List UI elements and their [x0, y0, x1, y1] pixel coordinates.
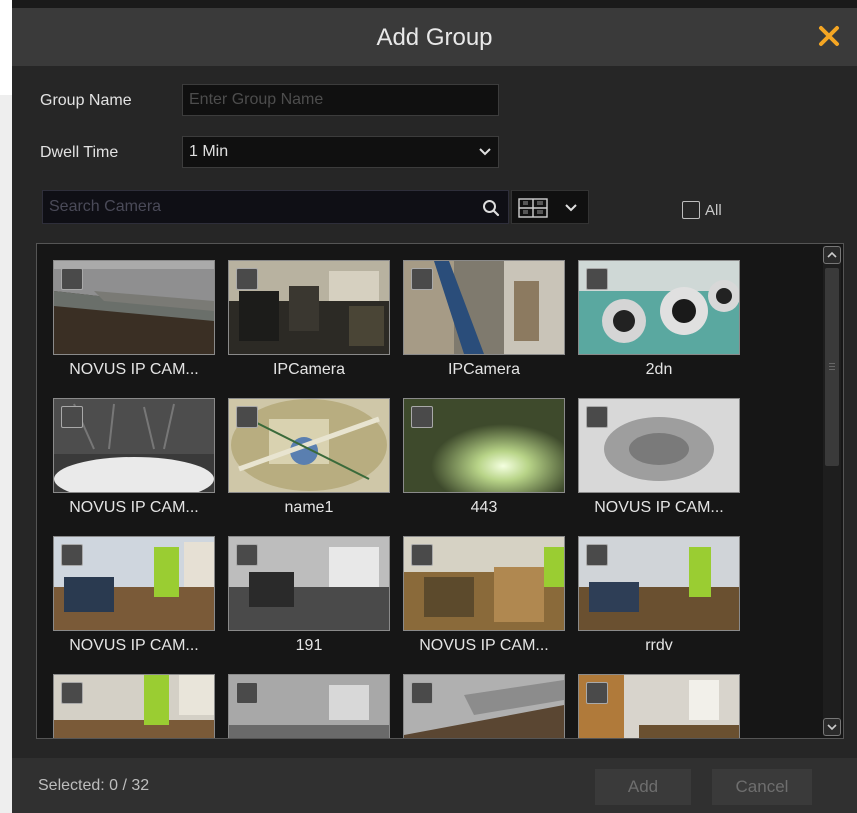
camera-thumbnail[interactable]: [403, 398, 565, 493]
camera-checkbox[interactable]: [586, 682, 608, 704]
background-panel: [0, 95, 12, 813]
camera-tile[interactable]: 191: [228, 536, 390, 655]
cancel-button[interactable]: Cancel: [712, 769, 812, 805]
camera-thumbnail[interactable]: [53, 398, 215, 493]
camera-name: name1: [284, 499, 334, 516]
camera-checkbox[interactable]: [586, 544, 608, 566]
camera-checkbox[interactable]: [411, 268, 433, 290]
camera-checkbox[interactable]: [61, 544, 83, 566]
camera-tile[interactable]: NOVUS IP CAM...: [53, 398, 215, 517]
selected-count: Selected: 0 / 32: [38, 777, 150, 794]
add-button[interactable]: Add: [595, 769, 691, 805]
dwell-time-select[interactable]: 1 Min: [182, 136, 499, 168]
camera-name: IPCamera: [447, 361, 521, 378]
camera-name: rrdv: [645, 637, 673, 654]
camera-checkbox[interactable]: [236, 682, 258, 704]
camera-name: 191: [295, 637, 323, 654]
camera-thumbnail[interactable]: [403, 260, 565, 355]
camera-name: IPCamera: [272, 361, 346, 378]
select-all-box[interactable]: [682, 201, 700, 219]
camera-tile[interactable]: NOVUS IP CAM...: [53, 260, 215, 379]
camera-checkbox[interactable]: [236, 544, 258, 566]
chevron-down-icon: [479, 148, 491, 156]
camera-checkbox[interactable]: [411, 682, 433, 704]
camera-thumbnail[interactable]: [53, 674, 215, 738]
camera-thumbnail[interactable]: [228, 398, 390, 493]
chevron-down-icon: [565, 204, 577, 212]
scrollbar-grip: [829, 363, 835, 364]
camera-tile[interactable]: NOVUS IP CAM...: [53, 536, 215, 655]
search-camera-field: [42, 190, 509, 224]
dialog-titlebar: Add Group: [12, 8, 857, 66]
group-name-input[interactable]: [182, 84, 499, 116]
camera-thumbnail[interactable]: [403, 674, 565, 738]
camera-tile[interactable]: 2dn: [578, 260, 740, 379]
camera-thumbnail[interactable]: [228, 260, 390, 355]
camera-name: 443: [470, 499, 498, 516]
scrollbar-grip: [829, 369, 835, 370]
camera-name: NOVUS IP CAM...: [594, 499, 724, 516]
camera-name: NOVUS IP CAM...: [69, 499, 199, 516]
camera-tile[interactable]: [53, 674, 215, 738]
camera-checkbox[interactable]: [61, 682, 83, 704]
camera-tile[interactable]: [578, 674, 740, 738]
camera-checkbox[interactable]: [586, 406, 608, 428]
camera-name: NOVUS IP CAM...: [69, 361, 199, 378]
add-group-dialog: Add Group Group Name Dwell Time 1 Min Al: [12, 8, 857, 813]
search-icon[interactable]: [482, 199, 500, 217]
camera-thumbnail[interactable]: [578, 398, 740, 493]
camera-checkbox[interactable]: [411, 406, 433, 428]
camera-checkbox[interactable]: [586, 268, 608, 290]
grid-layout-icon: [518, 198, 548, 218]
camera-name: NOVUS IP CAM...: [419, 637, 549, 654]
scroll-down-button[interactable]: [823, 718, 841, 736]
camera-tile[interactable]: [228, 674, 390, 738]
dwell-time-value: 1 Min: [189, 143, 229, 160]
camera-grid: NOVUS IP CAM... IPCamera IPCamera 2dn NO…: [36, 243, 844, 739]
chevron-up-icon: [827, 251, 837, 258]
camera-thumbnail[interactable]: [53, 536, 215, 631]
chevron-down-icon: [827, 724, 837, 731]
camera-tile[interactable]: NOVUS IP CAM...: [578, 398, 740, 517]
group-name-label: Group Name: [40, 92, 132, 109]
camera-checkbox[interactable]: [61, 406, 83, 428]
dialog-footer: Selected: 0 / 32 Add Cancel: [12, 758, 857, 813]
camera-thumbnail[interactable]: [578, 536, 740, 631]
select-all-checkbox[interactable]: All: [682, 201, 722, 219]
camera-thumbnail[interactable]: [228, 536, 390, 631]
scrollbar-thumb[interactable]: [825, 268, 839, 466]
camera-checkbox[interactable]: [411, 544, 433, 566]
scroll-up-button[interactable]: [823, 246, 841, 264]
camera-thumbnail[interactable]: [578, 674, 740, 738]
camera-tile[interactable]: NOVUS IP CAM...: [403, 536, 565, 655]
camera-checkbox[interactable]: [236, 406, 258, 428]
camera-tile[interactable]: rrdv: [578, 536, 740, 655]
dwell-time-label: Dwell Time: [40, 144, 119, 161]
close-icon[interactable]: [815, 22, 843, 50]
camera-thumbnail[interactable]: [53, 260, 215, 355]
layout-select-button[interactable]: [511, 190, 589, 224]
camera-tile[interactable]: [403, 674, 565, 738]
camera-thumbnail[interactable]: [578, 260, 740, 355]
camera-thumbnail[interactable]: [403, 536, 565, 631]
camera-tile[interactable]: name1: [228, 398, 390, 517]
camera-thumbnail[interactable]: [228, 674, 390, 738]
camera-name: 2dn: [645, 361, 673, 378]
scrollbar-grip: [829, 366, 835, 367]
background-desktop: [0, 0, 12, 813]
camera-checkbox[interactable]: [236, 268, 258, 290]
camera-checkbox[interactable]: [61, 268, 83, 290]
search-camera-input[interactable]: [43, 191, 475, 223]
camera-tile[interactable]: 443: [403, 398, 565, 517]
vertical-scrollbar[interactable]: [823, 246, 841, 736]
dialog-title: Add Group: [376, 24, 493, 51]
select-all-label: All: [705, 201, 722, 219]
camera-tile[interactable]: IPCamera: [228, 260, 390, 379]
camera-name: NOVUS IP CAM...: [69, 637, 199, 654]
camera-tile[interactable]: IPCamera: [403, 260, 565, 379]
